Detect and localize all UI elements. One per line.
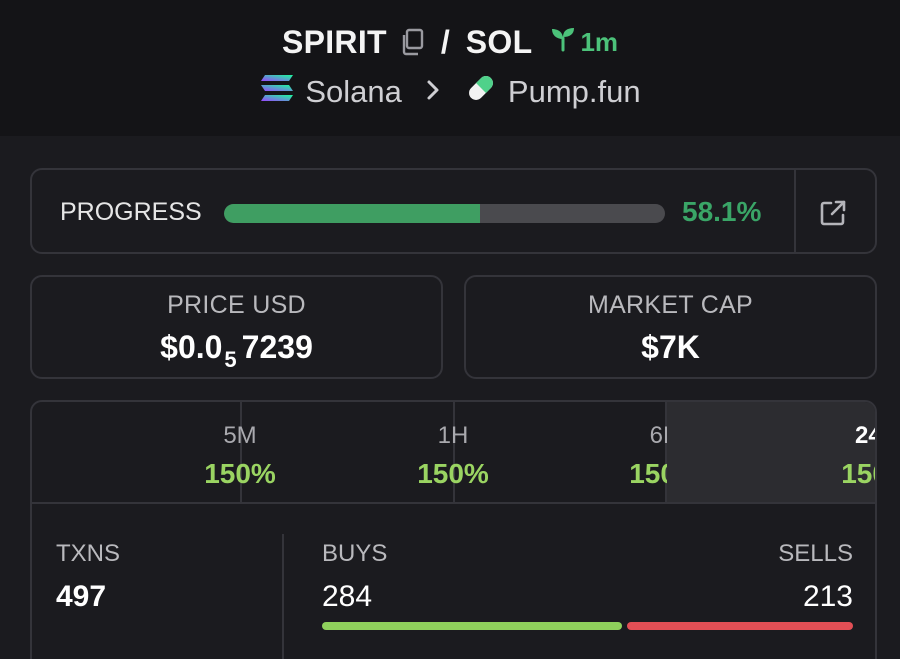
sells-label: SELLS xyxy=(778,540,853,567)
price-usd-value: $0.05 7239 xyxy=(32,329,441,372)
external-link-icon[interactable] xyxy=(818,198,848,228)
price-prefix: $0.0 xyxy=(160,329,223,365)
txns-divider xyxy=(282,534,284,659)
pair-header: SPIRIT / SOL 1m Solana Pump.fun xyxy=(0,0,900,136)
price-zero-count: 5 xyxy=(224,347,237,372)
sprout-icon xyxy=(550,26,576,59)
buys-bar xyxy=(322,622,622,630)
progress-label: PROGRESS xyxy=(60,198,202,226)
quote-symbol: SOL xyxy=(465,23,533,60)
tab-1h[interactable]: 1H 150% xyxy=(242,402,489,504)
chevron-right-icon xyxy=(426,76,440,108)
progress-bar xyxy=(224,204,665,223)
pair-age-badge: 1m xyxy=(550,26,618,59)
sells-count: 213 xyxy=(802,580,853,613)
market-cap-value: $7K xyxy=(641,329,700,365)
market-cap-label: MARKET CAP xyxy=(587,291,754,319)
bonding-progress-card: PROGRESS 58.1% xyxy=(30,168,877,254)
pill-icon xyxy=(464,71,498,113)
pair-title-row: SPIRIT / SOL 1m xyxy=(0,22,900,62)
tab-6h[interactable]: 6H 150% xyxy=(455,402,701,504)
tab-label: 24H xyxy=(854,422,875,449)
pair-age: 1m xyxy=(580,26,619,57)
breadcrumb: Solana Pump.fun xyxy=(0,70,900,114)
price-usd-label: PRICE USD xyxy=(167,291,306,319)
buys-label: BUYS xyxy=(322,540,388,567)
market-cap-card: MARKET CAP $7K xyxy=(464,275,877,379)
breadcrumb-dex[interactable]: Pump.fun xyxy=(508,74,641,110)
solana-logo-icon xyxy=(259,73,295,111)
price-usd-card: PRICE USD $0.05 7239 xyxy=(30,275,443,379)
buys-count: 284 xyxy=(322,580,373,613)
price-digits: 7239 xyxy=(241,329,313,365)
copy-icon[interactable] xyxy=(399,28,425,56)
breadcrumb-chain[interactable]: Solana xyxy=(305,74,402,110)
progress-percent: 58.1% xyxy=(682,196,762,227)
token-symbol: SPIRIT xyxy=(281,23,387,60)
tab-5m[interactable]: 5M 150% xyxy=(32,402,276,504)
pair-separator: / xyxy=(440,23,450,60)
progress-divider xyxy=(794,170,796,252)
tab-change: 150% xyxy=(841,458,875,489)
txns-total: 497 xyxy=(56,580,107,613)
timeframe-stats-panel: 5M 150% 1H 150% 6H 150% 24H 150% TXNS 49… xyxy=(30,400,877,659)
tab-24h[interactable]: 24H 150% xyxy=(667,402,875,504)
txns-label: TXNS xyxy=(56,540,121,567)
sells-bar xyxy=(627,622,853,630)
progress-bar-fill xyxy=(224,204,481,223)
